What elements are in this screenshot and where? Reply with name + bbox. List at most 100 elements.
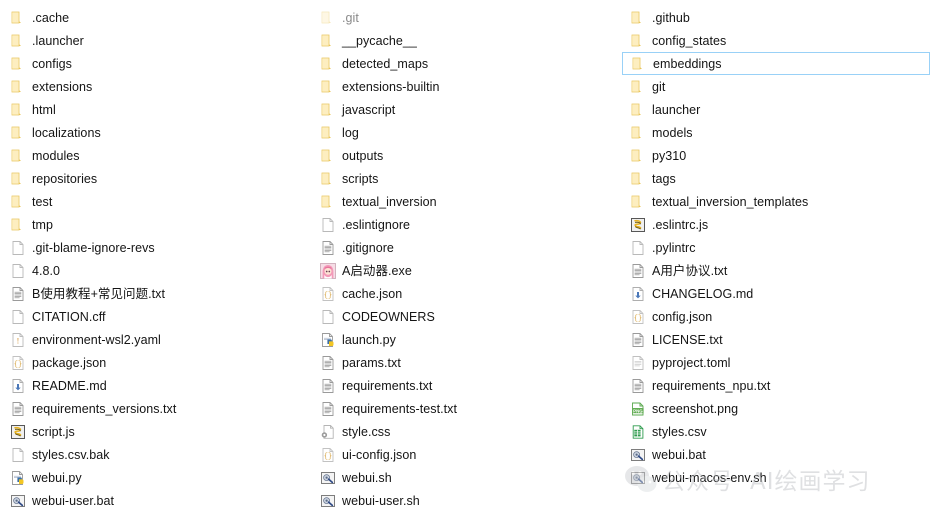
file-row[interactable]: CITATION.cff [0,305,310,328]
file-row[interactable]: .eslintrc.js [620,213,930,236]
file-name-label: script.js [32,424,75,439]
folder-icon [10,171,26,187]
file-row[interactable]: webui.sh [310,466,620,489]
file-row[interactable]: params.txt [310,351,620,374]
file-row[interactable]: .git [310,6,620,29]
file-row[interactable]: test [0,190,310,213]
file-name-label: A启动器.exe [342,263,412,278]
file-name-label: screenshot.png [652,401,739,416]
file-row[interactable]: webui-user.bat [0,489,310,512]
file-row[interactable]: __pycache__ [310,29,620,52]
file-row[interactable]: {} package.json [0,351,310,374]
file-row[interactable]: textual_inversion_templates [620,190,930,213]
file-row[interactable]: .git-blame-ignore-revs [0,236,310,259]
svg-text:PNG: PNG [633,408,643,413]
file-row[interactable]: webui-user.sh [310,489,620,512]
file-name-label: repositories [32,171,98,186]
file-row[interactable]: style.css [310,420,620,443]
yaml-file-icon: ! [10,332,26,348]
file-row[interactable]: ! environment-wsl2.yaml [0,328,310,351]
file-row[interactable]: webui.bat [620,443,930,466]
file-name-label: .gitignore [342,240,394,255]
file-row[interactable]: localizations [0,121,310,144]
file-name-label: tags [652,171,676,186]
file-row[interactable]: 4.8.0 [0,259,310,282]
file-row[interactable]: detected_maps [310,52,620,75]
file-row[interactable]: log [310,121,620,144]
file-name-label: scripts [342,171,379,186]
file-row[interactable]: .gitignore [310,236,620,259]
file-name-label: requirements-test.txt [342,401,457,416]
file-row[interactable]: html [0,98,310,121]
file-row[interactable]: .github [620,6,930,29]
file-row[interactable]: script.js [0,420,310,443]
file-row[interactable]: webui.py [0,466,310,489]
file-row[interactable]: modules [0,144,310,167]
file-row[interactable]: extensions [0,75,310,98]
file-name-label: requirements.txt [342,378,433,393]
file-name-label: localizations [32,125,101,140]
file-row[interactable]: extensions-builtin [310,75,620,98]
folder-icon [320,148,336,164]
file-row[interactable]: CODEOWNERS [310,305,620,328]
file-row[interactable]: B使用教程+常见问题.txt [0,282,310,305]
file-name-label: README.md [32,378,107,393]
file-row[interactable]: CHANGELOG.md [620,282,930,305]
file-row[interactable]: repositories [0,167,310,190]
file-row[interactable]: textual_inversion [310,190,620,213]
file-row[interactable]: models [620,121,930,144]
file-row[interactable]: configs [0,52,310,75]
file-row[interactable]: requirements.txt [310,374,620,397]
file-row[interactable]: requirements-test.txt [310,397,620,420]
file-row[interactable]: webui-macos-env.sh [620,466,930,489]
file-row[interactable]: .launcher [0,29,310,52]
file-row[interactable]: styles.csv [620,420,930,443]
file-row[interactable]: config_states [620,29,930,52]
text-file-icon [10,401,26,417]
file-name-label: LICENSE.txt [652,332,723,347]
folder-icon [10,102,26,118]
file-name-label: B使用教程+常见问题.txt [32,286,166,301]
file-row[interactable]: styles.csv.bak [0,443,310,466]
file-row[interactable]: javascript [310,98,620,121]
file-row[interactable]: {} ui-config.json [310,443,620,466]
file-row[interactable]: requirements_versions.txt [0,397,310,420]
file-row[interactable]: tags [620,167,930,190]
file-name-label: CITATION.cff [32,309,106,324]
file-row-selected[interactable]: embeddings [622,52,930,75]
text-file-icon [10,286,26,302]
file-row[interactable]: .cache [0,6,310,29]
text-file-icon [320,240,336,256]
file-name-label: style.css [342,424,391,439]
file-name-label: tmp [32,217,53,232]
file-row[interactable]: PNG screenshot.png [620,397,930,420]
file-row[interactable]: LICENSE.txt [620,328,930,351]
blank-file-icon [10,240,26,256]
folder-icon [10,56,26,72]
text-file-icon [320,355,336,371]
file-name-label: cache.json [342,286,403,301]
file-row[interactable]: requirements_npu.txt [620,374,930,397]
file-row[interactable]: tmp [0,213,310,236]
file-row[interactable]: A启动器.exe [310,259,620,282]
file-column-2: .github config_states embeddings git launche… [620,6,930,489]
file-row[interactable]: py310 [620,144,930,167]
file-row[interactable]: A用户协议.txt [620,259,930,282]
file-row[interactable]: scripts [310,167,620,190]
folder-icon [320,102,336,118]
file-name-label: configs [32,56,72,71]
file-row[interactable]: README.md [0,374,310,397]
file-row[interactable]: .eslintignore [310,213,620,236]
csv-file-icon [630,424,646,440]
blank-file-icon [10,309,26,325]
javascript-file-icon [10,424,26,440]
file-row[interactable]: .pylintrc [620,236,930,259]
file-row[interactable]: launch.py [310,328,620,351]
file-row[interactable]: {} config.json [620,305,930,328]
folder-icon [630,79,646,95]
file-row[interactable]: pyproject.toml [620,351,930,374]
file-row[interactable]: git [620,75,930,98]
file-row[interactable]: {} cache.json [310,282,620,305]
file-row[interactable]: outputs [310,144,620,167]
file-row[interactable]: launcher [620,98,930,121]
